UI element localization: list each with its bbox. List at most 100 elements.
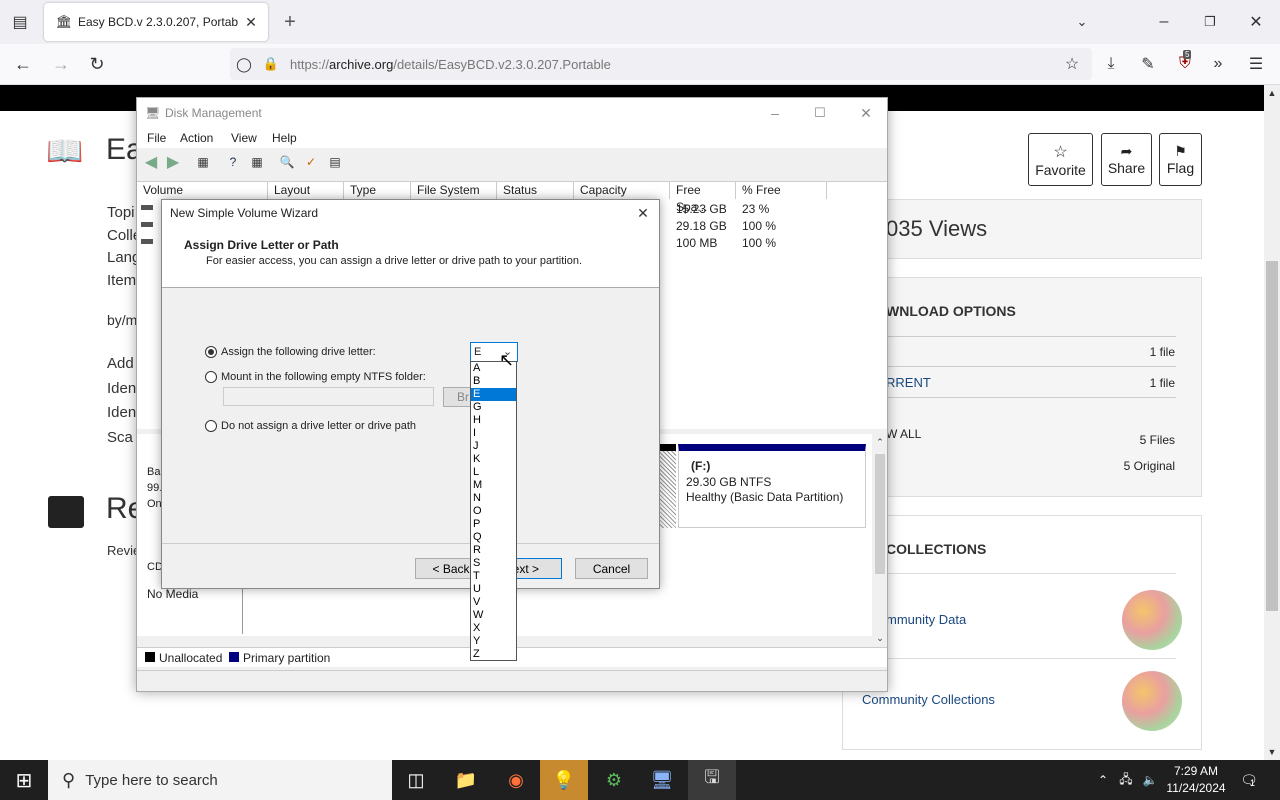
col-volume[interactable]: Volume <box>137 182 268 199</box>
menu-action[interactable]: Action <box>180 131 213 145</box>
scroll-thumb[interactable] <box>875 454 885 574</box>
forward-arrow-icon[interactable]: ▶ <box>165 154 181 171</box>
no-assign-radio[interactable] <box>205 420 217 432</box>
hamburger-menu-icon[interactable]: ☰ <box>1246 54 1266 74</box>
tracking-protection-icon[interactable]: ◯ <box>234 54 254 74</box>
wizard-close-icon[interactable]: ✕ <box>634 204 652 222</box>
computer-management-icon[interactable]: 🖥 <box>638 760 686 800</box>
menu-help[interactable]: Help <box>272 131 297 145</box>
drive-letter-option[interactable]: H <box>471 414 516 427</box>
drive-letter-option[interactable]: Y <box>471 635 516 648</box>
tab-list-icon[interactable]: ▤ <box>10 12 30 32</box>
mount-folder-label[interactable]: Mount in the following empty NTFS folder… <box>221 371 426 383</box>
mount-folder-input[interactable] <box>223 387 434 406</box>
drive-letter-option[interactable]: R <box>471 544 516 557</box>
drive-letter-option[interactable]: N <box>471 492 516 505</box>
help-icon[interactable]: ? <box>225 154 241 170</box>
col-layout[interactable]: Layout <box>268 182 344 199</box>
download-link-torrent[interactable]: RRENT <box>886 375 931 390</box>
volume-muted-icon[interactable]: 🔈 <box>1141 770 1159 790</box>
ublock-icon[interactable]: ⛨ 5 <box>1175 50 1195 74</box>
extensions-icon[interactable]: ✎ <box>1138 54 1158 74</box>
window-close-icon[interactable]: ✕ <box>1246 12 1266 32</box>
bookmark-star-icon[interactable]: ☆ <box>1062 54 1082 74</box>
mount-folder-radio[interactable] <box>205 371 217 383</box>
clock[interactable]: 7:29 AM 11/24/2024 <box>1165 763 1227 797</box>
dm-minimize-icon[interactable]: – <box>765 104 785 122</box>
minimize-icon[interactable]: – <box>1154 12 1174 32</box>
drive-letter-option[interactable]: K <box>471 453 516 466</box>
file-explorer-icon[interactable]: 📁 <box>442 760 490 800</box>
col-filesystem[interactable]: File System <box>411 182 497 199</box>
restore-icon[interactable]: ❐ <box>1200 12 1220 32</box>
dm-close-icon[interactable]: ✕ <box>856 104 876 122</box>
table-row[interactable]: 100 MB <box>676 236 717 250</box>
cancel-button[interactable]: Cancel <box>575 558 648 579</box>
notifications-icon[interactable]: 🗨 1 <box>1238 770 1260 790</box>
tips-bulb-icon[interactable]: 💡 <box>540 760 588 800</box>
drive-letter-option[interactable]: O <box>471 505 516 518</box>
new-tab-icon[interactable]: + <box>280 11 300 33</box>
disk-management-taskbar-icon[interactable]: 🖫 <box>688 760 736 800</box>
col-pct-free[interactable]: % Free <box>736 182 827 199</box>
no-assign-label[interactable]: Do not assign a drive letter or drive pa… <box>221 420 416 432</box>
task-view-icon[interactable]: ◫ <box>392 760 440 800</box>
assign-letter-label[interactable]: Assign the following drive letter: <box>221 346 376 358</box>
share-button[interactable]: ➦ Share <box>1101 133 1152 186</box>
disk-view-scrollbar[interactable]: ⌃ ⌄ <box>873 434 887 643</box>
drive-letter-option[interactable]: X <box>471 622 516 635</box>
downloads-icon[interactable]: ⤓ <box>1101 54 1121 74</box>
overflow-menu-icon[interactable]: » <box>1208 54 1228 74</box>
drive-letter-option[interactable]: Q <box>471 531 516 544</box>
table-row[interactable]: 15.23 GB <box>676 202 727 216</box>
scroll-up-icon[interactable]: ▲ <box>1264 85 1280 101</box>
drive-letter-option[interactable]: I <box>471 427 516 440</box>
drive-letter-dropdown[interactable]: ABEGHIJKLMNOPQRSTUVWXYZ <box>470 361 517 661</box>
back-arrow-icon[interactable]: ◀ <box>143 154 159 171</box>
show-all-link[interactable]: W ALL <box>886 427 921 441</box>
settings-list-icon[interactable]: ▤ <box>327 154 343 170</box>
browser-tab[interactable]: 🏛 Easy BCD.v 2.3.0.207, Portable : ✕ <box>44 3 268 41</box>
properties-icon[interactable]: ▦ <box>195 154 211 170</box>
collection-thumbnail[interactable] <box>1122 671 1182 731</box>
scroll-up-icon[interactable]: ⌃ <box>873 436 887 448</box>
url-bar[interactable]: ◯ 🔒 https://archive.org/details/EasyBCD.… <box>230 48 1092 80</box>
flag-button[interactable]: ⚑ Flag <box>1159 133 1202 186</box>
connect-icon[interactable]: 🔍 <box>279 154 295 170</box>
dm-maximize-icon[interactable]: ☐ <box>810 104 830 122</box>
back-icon[interactable]: ← <box>12 53 34 75</box>
f-partition[interactable]: (F:) 29.30 GB NTFS Healthy (Basic Data P… <box>678 444 866 528</box>
page-scrollbar[interactable]: ▲ ▼ <box>1264 85 1280 760</box>
collection-thumbnail[interactable] <box>1122 590 1182 650</box>
scroll-down-icon[interactable]: ⌄ <box>873 632 887 644</box>
scroll-thumb[interactable] <box>1266 261 1278 611</box>
col-capacity[interactable]: Capacity <box>574 182 670 199</box>
network-icon[interactable]: 🖧 <box>1117 770 1135 790</box>
table-row[interactable]: 29.18 GB <box>676 219 727 233</box>
menu-view[interactable]: View <box>231 131 257 145</box>
favorite-button[interactable]: ☆ Favorite <box>1028 133 1093 186</box>
show-hidden-icons-icon[interactable]: ⌃ <box>1094 770 1112 790</box>
assign-letter-radio[interactable] <box>205 346 217 358</box>
menu-file[interactable]: File <box>147 131 166 145</box>
list-all-tabs-icon[interactable]: ⌄ <box>1072 12 1092 32</box>
col-free-space[interactable]: Free Spa... <box>670 182 736 214</box>
drive-letter-option[interactable]: E <box>471 388 516 401</box>
scroll-down-icon[interactable]: ▼ <box>1264 744 1280 760</box>
drive-letter-option[interactable]: W <box>471 609 516 622</box>
drive-letter-option[interactable]: J <box>471 440 516 453</box>
drive-letter-option[interactable]: S <box>471 557 516 570</box>
forward-icon[interactable]: → <box>50 53 72 75</box>
app-icon[interactable]: ⚙ <box>590 760 638 800</box>
unallocated-partition[interactable] <box>660 444 676 528</box>
taskbar-search[interactable]: ⚲ Type here to search <box>48 760 392 800</box>
close-tab-icon[interactable]: ✕ <box>242 13 260 31</box>
reload-icon[interactable]: ↻ <box>86 53 108 75</box>
view-icon[interactable]: ▦ <box>249 154 265 170</box>
windows-start-icon[interactable]: ⊞ <box>0 760 48 800</box>
drive-letter-option[interactable]: B <box>471 375 516 388</box>
checklist-icon[interactable]: ✓ <box>303 154 319 170</box>
collection-link-2[interactable]: Community Collections <box>862 692 995 707</box>
drive-letter-option[interactable]: T <box>471 570 516 583</box>
lock-icon[interactable]: 🔒 <box>262 54 280 74</box>
